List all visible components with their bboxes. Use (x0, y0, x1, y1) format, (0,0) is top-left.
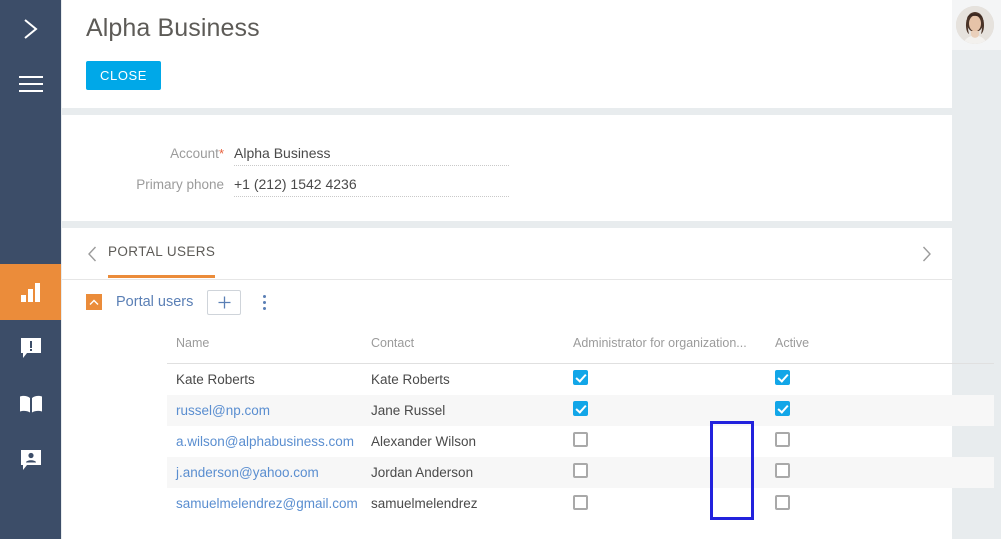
admin-checkbox[interactable] (573, 462, 588, 478)
close-button[interactable]: CLOSE (86, 61, 162, 90)
sidebar-menu-button[interactable] (0, 58, 61, 110)
required-marker: * (218, 146, 224, 161)
table-header-row: Name Contact Administrator for organizat… (167, 336, 994, 364)
avatar-photo (956, 6, 994, 44)
table-row[interactable]: Kate Roberts Kate Roberts (167, 364, 994, 395)
cell-contact: Jordan Anderson (371, 465, 474, 480)
cell-contact: Kate Roberts (371, 372, 450, 387)
column-header-active[interactable]: Active (775, 336, 985, 350)
portal-users-table: Name Contact Administrator for organizat… (167, 336, 994, 535)
app-root: Alpha Business CLOSE Account* Alpha Busi… (0, 0, 1001, 539)
sidebar (0, 0, 61, 539)
grid-toolbar: Portal users (62, 280, 952, 324)
cell-active (775, 495, 985, 515)
cell-active (775, 400, 985, 421)
cell-active (775, 431, 985, 452)
sidebar-nav (0, 264, 61, 488)
column-header-admin[interactable]: Administrator for organization... (573, 336, 775, 350)
column-header-contact[interactable]: Contact (371, 336, 573, 350)
bar-chart-icon (20, 283, 40, 302)
sidebar-item-contacts[interactable] (0, 432, 61, 488)
kebab-dot (262, 294, 266, 298)
cell-name[interactable]: russel@np.com (167, 402, 371, 419)
cell-contact: Alexander Wilson (371, 434, 477, 449)
grid-title[interactable]: Portal users (116, 294, 193, 310)
cell-contact: samuelmelendrez (371, 496, 478, 511)
sidebar-item-notifications[interactable] (0, 320, 61, 376)
cell-name[interactable]: a.wilson@alphabusiness.com (167, 433, 371, 450)
record-form-card: Account* Alpha Business Primary phone +1… (62, 115, 952, 221)
field-primary-phone-label: Primary phone (136, 177, 224, 192)
active-checkbox[interactable] (775, 462, 790, 478)
hamburger-icon (18, 76, 43, 92)
table-row[interactable]: samuelmelendrez@gmail.com samuelmelendre… (167, 488, 994, 535)
cell-admin (573, 369, 775, 390)
active-checkbox[interactable] (775, 495, 790, 510)
avatar[interactable] (956, 6, 994, 44)
field-account: Account* Alpha Business (74, 145, 509, 166)
active-checkbox[interactable] (775, 431, 790, 447)
kebab-dot (262, 300, 266, 304)
column-header-name[interactable]: Name (167, 336, 371, 350)
chevron-up-icon (89, 299, 99, 305)
admin-checkbox[interactable] (573, 495, 588, 510)
contact-bubble-icon (20, 450, 41, 470)
grid-menu-button[interactable] (255, 291, 273, 313)
cell-name: Kate Roberts (176, 372, 255, 387)
page-title: Alpha Business (86, 14, 260, 42)
plus-icon (218, 296, 231, 308)
admin-checkbox[interactable] (573, 400, 588, 416)
book-icon (19, 395, 42, 413)
admin-checkbox[interactable] (573, 369, 588, 385)
admin-checkbox[interactable] (573, 431, 588, 447)
cell-name[interactable]: j.anderson@yahoo.com (167, 464, 371, 481)
grid-collapse-button[interactable] (86, 294, 102, 310)
sidebar-item-knowledge-base[interactable] (0, 376, 61, 432)
cell-contact: Jane Russel (371, 403, 446, 418)
cell-active (775, 462, 985, 483)
cell-admin (573, 400, 775, 421)
table-row[interactable]: j.anderson@yahoo.com Jordan Anderson (167, 457, 994, 488)
sidebar-expand-button[interactable] (0, 0, 61, 58)
active-checkbox[interactable] (775, 400, 790, 416)
tabs-next-button[interactable] (916, 244, 936, 264)
table-row[interactable]: russel@np.com Jane Russel (167, 395, 994, 426)
chevron-right-icon (23, 19, 38, 39)
table-row[interactable]: a.wilson@alphabusiness.com Alexander Wil… (167, 426, 994, 457)
chevron-left-icon (87, 246, 96, 262)
field-account-label: Account* (170, 146, 224, 161)
cell-name[interactable]: samuelmelendrez@gmail.com (167, 495, 371, 512)
chevron-right-icon (922, 246, 931, 262)
record-header-card: Alpha Business CLOSE (62, 0, 952, 108)
detail-tabs-card: PORTAL USERS Portal users Name Contact A… (62, 228, 994, 539)
cell-admin (573, 431, 775, 452)
add-portal-user-button[interactable] (207, 289, 242, 315)
cell-admin (573, 495, 775, 515)
field-primary-phone: Primary phone +1 (212) 1542 4236 (74, 176, 509, 197)
cell-active (775, 369, 985, 390)
active-checkbox[interactable] (775, 369, 790, 385)
tabs-prev-button[interactable] (82, 244, 102, 264)
field-primary-phone-value[interactable]: +1 (212) 1542 4236 (234, 176, 509, 197)
cell-admin (573, 462, 775, 483)
tab-strip: PORTAL USERS (62, 228, 952, 280)
topbar-user-area (948, 0, 1001, 50)
alert-bubble-icon (20, 338, 41, 358)
sidebar-item-analytics[interactable] (0, 264, 61, 320)
field-account-value[interactable]: Alpha Business (234, 145, 509, 166)
tab-portal-users[interactable]: PORTAL USERS (108, 244, 216, 278)
kebab-dot (262, 306, 266, 310)
